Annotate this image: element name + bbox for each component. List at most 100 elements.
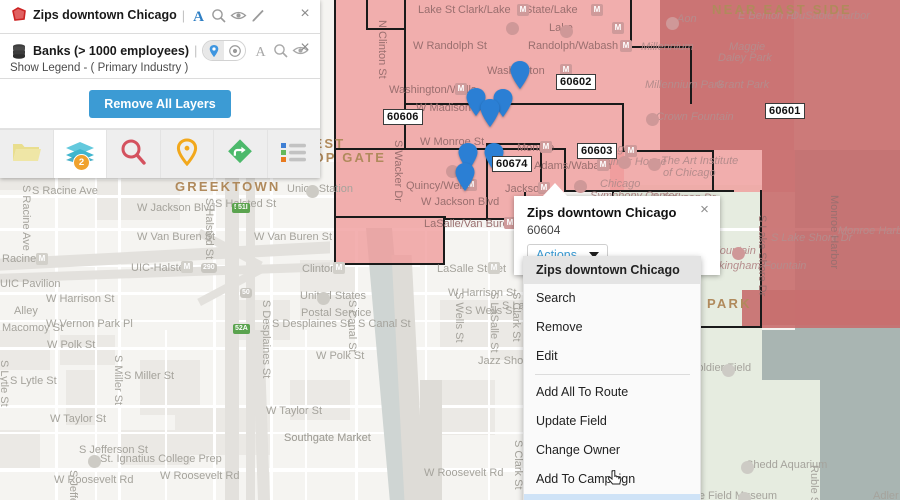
menu-items[interactable]: Search Remove Edit Add All To Route Update F… <box>524 284 700 500</box>
layer-panel[interactable]: Zips downtown Chicago | A × Banks (> 100… <box>0 0 320 178</box>
label-A-icon[interactable]: A <box>252 42 269 60</box>
zoom-search-icon[interactable] <box>272 42 289 59</box>
street-label: W Harrison St <box>46 293 115 305</box>
map-marker[interactable] <box>479 98 501 128</box>
transit-station-icon: M <box>488 262 500 274</box>
poi-icon <box>741 461 754 474</box>
street-label: W Van Buren St <box>254 231 333 243</box>
street-label: S Jefferson St <box>79 444 148 456</box>
layers-count-badge: 2 <box>73 154 90 171</box>
symbol-toggle-group[interactable] <box>202 40 246 61</box>
divider: | <box>194 43 198 58</box>
map-toolbar[interactable]: 2 <box>0 129 320 178</box>
actions-dropdown-menu[interactable]: Zips downtown Chicago Search Remove Edit Ad… <box>523 256 701 500</box>
popup-title: Zips downtown Chicago <box>527 205 677 220</box>
menu-item-add-all-to-route[interactable]: Add All To Route <box>524 378 700 407</box>
menu-item-edit[interactable]: Edit <box>524 342 700 371</box>
poi-label: of Chicago <box>663 167 716 179</box>
legend-list-icon <box>279 140 309 169</box>
menu-item-remove[interactable]: Remove <box>524 313 700 342</box>
label-A-icon[interactable]: A <box>190 7 207 25</box>
poi-icon <box>306 185 319 198</box>
poi-label: Southgate Market <box>284 432 371 444</box>
zip-boundary <box>366 0 368 30</box>
layer-name-zips: Zips downtown Chicago <box>33 8 177 22</box>
pin-icon <box>175 137 199 171</box>
divider: | <box>181 7 186 23</box>
pin-marker-icon[interactable] <box>203 41 225 60</box>
transit-station-icon: M <box>517 4 529 16</box>
toolbar-button-legend[interactable] <box>268 130 321 178</box>
menu-item-search[interactable]: Search <box>524 284 700 313</box>
street-label-vertical: Ruble St <box>808 465 820 500</box>
street-label-vertical: S Clark St <box>510 292 522 342</box>
poi-icon <box>317 292 330 305</box>
zip-label-60601: 60601 <box>765 103 805 119</box>
poi-label: Millennium Park <box>645 79 724 91</box>
neighborhood-label: GREEKTOWN <box>175 179 281 194</box>
poi-icon <box>666 17 679 30</box>
street-label-vertical: S Wacker Dr <box>392 140 404 202</box>
street-label: S Miller St <box>124 370 175 382</box>
menu-item-import-businesses[interactable]: Import Businesses <box>524 494 700 500</box>
highway-shield: 52A <box>233 324 250 334</box>
highway-shield: 51I <box>236 203 250 213</box>
street-label: State/Lake <box>525 4 578 16</box>
layer-row-banks[interactable]: Banks (> 1000 employees) | A Show Legend… <box>0 34 320 79</box>
zoom-search-icon[interactable] <box>210 7 227 24</box>
circle-dot-icon[interactable] <box>224 41 245 60</box>
toolbar-button-layers[interactable]: 2 <box>53 130 107 178</box>
map-marker[interactable] <box>454 162 476 192</box>
poi-label: S Lake Shore Dr <box>771 232 853 244</box>
zip-boundary <box>690 46 692 104</box>
close-layer-zips-icon[interactable]: × <box>298 6 312 22</box>
remove-all-layers-button[interactable]: Remove All Layers <box>89 90 231 118</box>
edit-pencil-icon[interactable] <box>250 7 267 24</box>
street-label: Randolph/Wabash <box>528 40 619 52</box>
zip-boundary <box>334 0 336 265</box>
poi-label: Adler <box>873 490 899 500</box>
poi-icon <box>646 113 659 126</box>
street-label: W Roosevelt Rd <box>54 474 134 486</box>
toolbar-button-search[interactable] <box>107 130 161 178</box>
popup-subtitle: 60604 <box>527 223 561 237</box>
zip-boundary <box>334 263 444 265</box>
city-block <box>95 180 180 220</box>
poi-icon <box>738 492 751 500</box>
street-label-vertical: Monroe Harbor <box>828 195 840 269</box>
street-label: Macomoy St <box>2 322 64 334</box>
highway-shield: 290 <box>201 263 217 273</box>
street-label: W Randolph St <box>413 40 487 52</box>
rail-yard <box>420 380 442 500</box>
menu-item-change-owner[interactable]: Change Owner <box>524 436 700 465</box>
zip-label-60606: 60606 <box>383 109 423 125</box>
layer-row-zips[interactable]: Zips downtown Chicago | A × <box>0 0 320 34</box>
toolbar-button-pin[interactable] <box>161 130 214 178</box>
street-label-vertical: S Miller St <box>112 355 124 406</box>
zip-label-60602: 60602 <box>556 74 596 90</box>
street-label-vertical: S Wells St <box>453 292 465 343</box>
poi-label: Crown Fountain <box>656 111 734 123</box>
street <box>355 230 358 500</box>
map-marker[interactable] <box>509 60 531 90</box>
street-label: W Jackson Blvd <box>421 196 500 208</box>
menu-item-update-field[interactable]: Update Field <box>524 407 700 436</box>
close-layer-banks-icon[interactable]: × <box>298 40 312 56</box>
visibility-eye-icon[interactable] <box>230 7 247 24</box>
highway-shield: 50 <box>240 288 252 298</box>
street-label: LaSalle/Van Buren <box>424 218 515 230</box>
toolbar-button-folder[interactable] <box>0 130 54 178</box>
street-label: S Canal St <box>358 318 411 330</box>
street-label: Clark/Lake <box>458 4 511 16</box>
street-label: W Roosevelt Rd <box>424 467 504 479</box>
toolbar-button-route[interactable] <box>214 130 268 178</box>
street-label-vertical: N Clinton St <box>376 20 388 79</box>
show-legend-link[interactable]: Show Legend - ( Primary Industry ) <box>10 62 188 74</box>
poi-icon <box>648 158 661 171</box>
poi-label: Aon <box>677 13 697 25</box>
layer-name-banks: Banks (> 1000 employees) <box>33 43 189 58</box>
zip-boundary <box>404 0 406 150</box>
street-label-vertical: S LaSalle St <box>488 292 500 353</box>
popup-close-icon[interactable]: × <box>698 202 711 217</box>
street-label-vertical: S Lytle St <box>0 360 10 407</box>
